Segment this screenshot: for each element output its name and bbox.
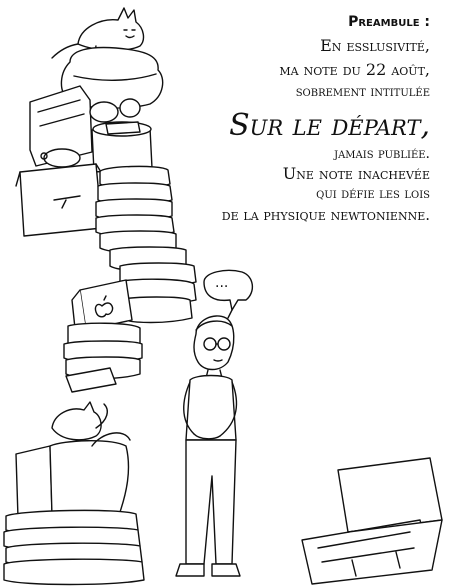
text-line-7: de la physique newtonienne. (221, 206, 430, 224)
text-line-1: En esslusivité, (320, 36, 430, 55)
note-title: Sur le départ, (229, 108, 430, 143)
speech-bubble-text: ... (215, 275, 229, 291)
preamble-heading: Preambule : (348, 14, 430, 30)
text-line-4: jamais publiée. (334, 146, 430, 162)
text-line-6: qui défie les lois (316, 186, 430, 202)
text-line-3: sobrement intitulée (295, 84, 430, 100)
text-line-2: ma note du 22 août, (279, 60, 430, 79)
text-line-5: Une note inachevée (282, 164, 430, 183)
person (175, 309, 241, 577)
illustration: Preambule : En esslusivité, ma note du 2… (0, 0, 450, 586)
suitcase-icon (301, 457, 443, 585)
